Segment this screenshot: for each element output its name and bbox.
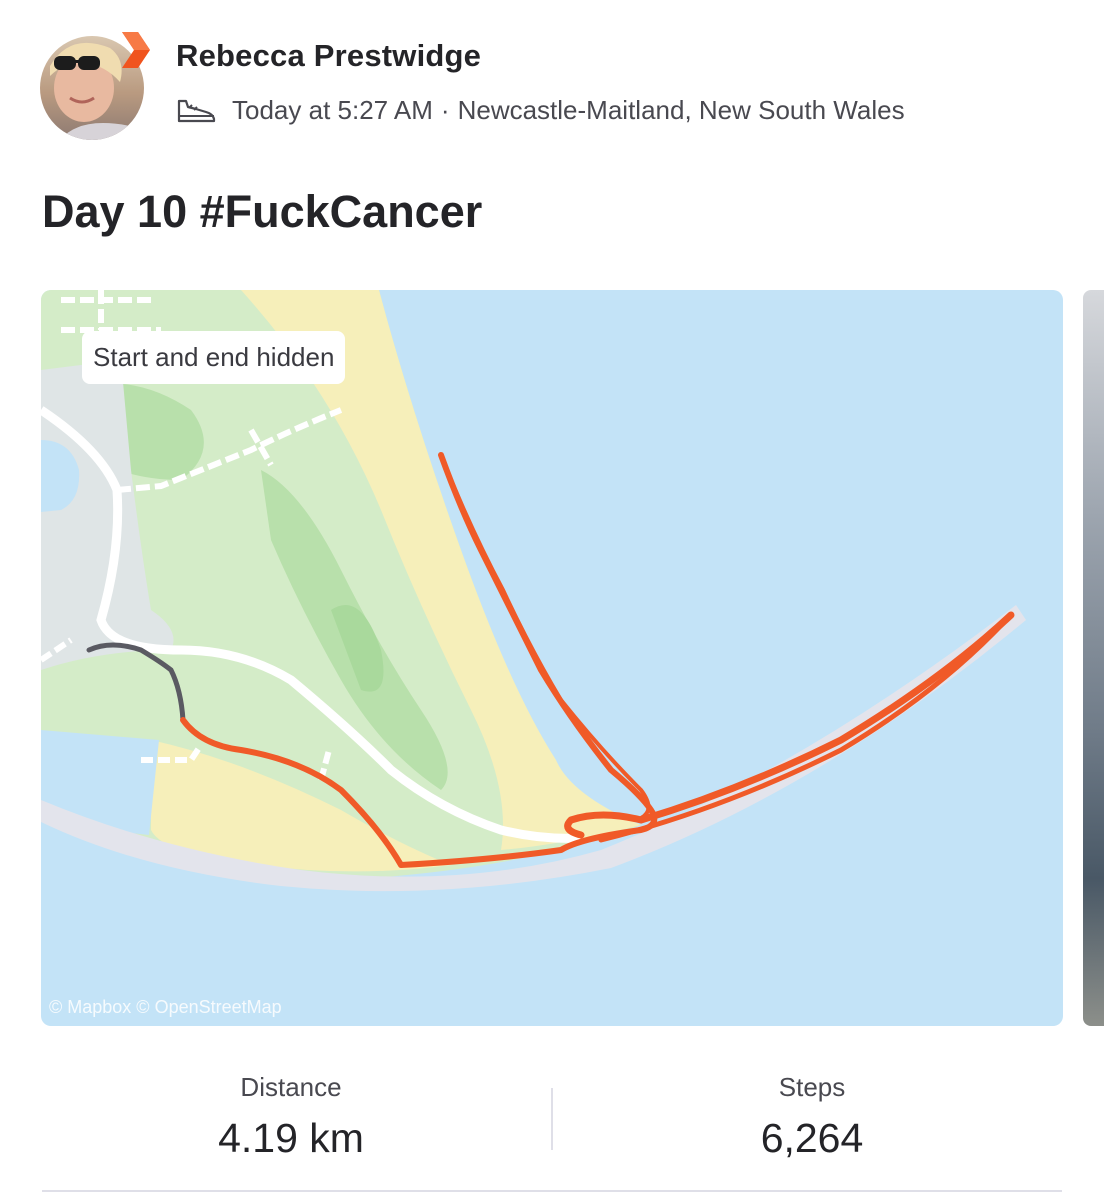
steps-value: 6,264 xyxy=(760,1115,864,1161)
activity-time: Today at 5:27 AM xyxy=(232,94,433,125)
breakwall-route xyxy=(564,611,1015,839)
activity-header: Rebecca Prestwidge Today at 5:27 AM · Ne… xyxy=(0,0,1104,160)
athlete-name[interactable]: Rebecca Prestwidge xyxy=(176,38,481,74)
activity-title[interactable]: Day 10 #FuckCancer xyxy=(42,186,482,238)
steps-stat: Steps 6,264 xyxy=(552,1060,1072,1162)
meta-separator: · xyxy=(440,94,450,125)
breakwall-route-return xyxy=(598,617,1009,843)
distance-stat: Distance 4.19 km xyxy=(31,1060,551,1162)
next-photo-thumbnail[interactable] xyxy=(1083,290,1104,1026)
activity-stats: Distance 4.19 km Steps 6,264 xyxy=(0,1060,1104,1170)
distance-value: 4.19 km xyxy=(218,1115,364,1161)
route-map[interactable]: Start and end hidden © Mapbox © OpenStre… xyxy=(41,290,1063,1026)
distance-label: Distance xyxy=(240,1072,342,1102)
map-attribution[interactable]: © Mapbox © OpenStreetMap xyxy=(49,997,282,1018)
shoe-icon xyxy=(177,99,216,123)
section-divider xyxy=(42,1190,1062,1192)
activity-location: Newcastle-Maitland, New South Wales xyxy=(457,94,905,125)
map-canvas xyxy=(41,290,1026,892)
subscriber-chevron-icon xyxy=(122,32,150,68)
athlete-avatar-wrap[interactable] xyxy=(40,32,150,140)
map-privacy-label: Start and end hidden xyxy=(82,331,346,384)
steps-label: Steps xyxy=(778,1072,846,1102)
activity-meta: Today at 5:27 AM · Newcastle-Maitland, N… xyxy=(176,92,905,128)
